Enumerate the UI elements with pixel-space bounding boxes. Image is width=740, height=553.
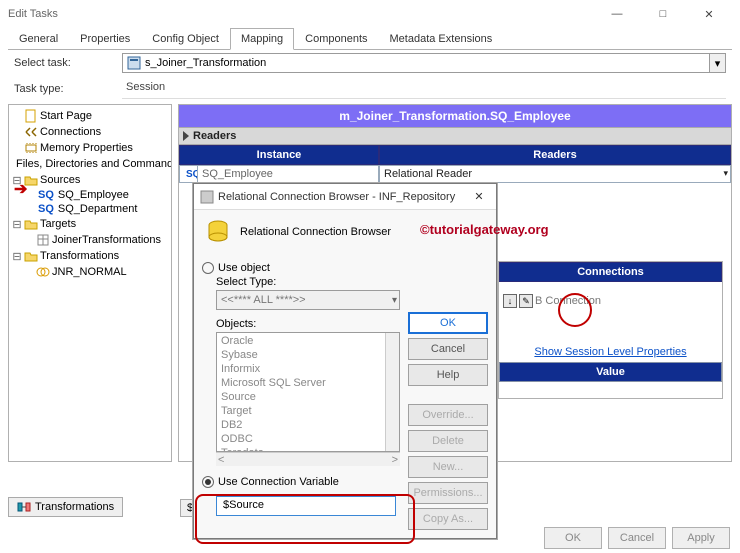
tab-properties[interactable]: Properties: [69, 28, 141, 49]
sq-icon: SQ: [36, 203, 56, 215]
tree-files[interactable]: Files, Directories and Commands: [16, 158, 172, 170]
memory-icon: [24, 141, 38, 155]
dialog-subtitle: Relational Connection Browser: [240, 226, 391, 238]
db-icon: [204, 218, 232, 246]
cancel-button[interactable]: Cancel: [408, 338, 488, 360]
folder-icon: [24, 249, 38, 263]
join-icon: [36, 265, 50, 279]
chevron-down-icon[interactable]: ▾: [709, 54, 725, 72]
footer-ok-button[interactable]: OK: [544, 527, 602, 549]
use-connection-variable-radio[interactable]: Use Connection Variable: [202, 476, 400, 488]
use-object-radio[interactable]: Use object: [202, 262, 400, 274]
dialog-title: Relational Connection Browser - INF_Repo…: [214, 191, 468, 203]
tab-components[interactable]: Components: [294, 28, 378, 49]
tree-sources[interactable]: Sources: [40, 174, 80, 186]
readers-section[interactable]: Readers: [179, 127, 731, 145]
tree-start-page[interactable]: Start Page: [40, 110, 92, 122]
tab-mapping[interactable]: Mapping: [230, 28, 294, 50]
chevron-down-icon[interactable]: ▾: [723, 168, 728, 179]
connections-header: Connections: [499, 262, 722, 282]
tree-memory[interactable]: Memory Properties: [40, 142, 133, 154]
task-type-label: Task type:: [14, 83, 114, 95]
permissions-button[interactable]: Permissions...: [408, 482, 488, 504]
footer-cancel-button[interactable]: Cancel: [608, 527, 666, 549]
page-icon: [24, 109, 38, 123]
connections-icon: [24, 125, 38, 139]
value-header: Value: [499, 362, 722, 382]
collapse-icon[interactable]: ⊟: [12, 218, 22, 231]
sq-icon: SQ: [36, 189, 56, 201]
row-instance[interactable]: SQ_Employee: [197, 165, 379, 183]
transform-icon: [17, 500, 31, 514]
tree-transformations[interactable]: Transformations: [40, 250, 119, 262]
col-readers-header: Readers: [379, 145, 731, 165]
minimize-button[interactable]: ―: [594, 0, 640, 28]
copy-as-button[interactable]: Copy As...: [408, 508, 488, 530]
connection-lookup-button[interactable]: ↓: [503, 294, 517, 308]
select-task-value: s_Joiner_Transformation: [141, 57, 266, 69]
objects-listbox[interactable]: Oracle Sybase Informix Microsoft SQL Ser…: [216, 332, 400, 452]
select-task-label: Select task:: [14, 57, 114, 69]
tree-targets[interactable]: Targets: [40, 218, 76, 230]
collapse-icon[interactable]: ⊟: [12, 250, 22, 263]
col-instance-header: Instance: [179, 145, 379, 165]
db-connection-text: B Connection: [535, 295, 601, 307]
select-type-label: Select Type:: [216, 276, 400, 288]
select-task-combo[interactable]: s_Joiner_Transformation ▾: [122, 53, 726, 73]
tree-jnr-normal[interactable]: JNR_NORMAL: [52, 266, 127, 278]
task-type-value: Session: [122, 79, 726, 99]
tab-config-object[interactable]: Config Object: [141, 28, 230, 49]
new-button[interactable]: New...: [408, 456, 488, 478]
chevron-down-icon[interactable]: ▾: [392, 295, 397, 306]
window-title: Edit Tasks: [8, 8, 594, 20]
override-button[interactable]: Override...: [408, 404, 488, 426]
tree-sq-employee[interactable]: SQ_Employee: [58, 189, 129, 201]
connection-edit-button[interactable]: ✎: [519, 294, 533, 308]
help-button[interactable]: Help: [408, 364, 488, 386]
main-tabs: General Properties Config Object Mapping…: [8, 28, 732, 50]
folder-icon: [24, 217, 38, 231]
transformations-tab[interactable]: Transformations: [8, 497, 123, 517]
table-icon: [36, 233, 50, 247]
close-button[interactable]: ✕: [686, 0, 732, 28]
tree-sq-department[interactable]: SQ_Department: [58, 203, 137, 215]
panel-header: m_Joiner_Transformation.SQ_Employee: [179, 105, 731, 127]
dialog-close-button[interactable]: ✕: [468, 190, 490, 203]
ok-button[interactable]: OK: [408, 312, 488, 334]
task-icon: [127, 56, 141, 70]
maximize-button[interactable]: □: [640, 0, 686, 28]
row-reader-cell[interactable]: Relational Reader ▾: [379, 165, 731, 183]
select-type-combo[interactable]: <<**** ALL ****>>▾: [216, 290, 400, 310]
vertical-scrollbar[interactable]: [385, 333, 399, 451]
horizontal-scrollbar[interactable]: <>: [216, 452, 400, 466]
annotation-arrow: ➔: [14, 179, 27, 199]
connection-variable-input[interactable]: $Source: [216, 496, 396, 516]
tree-joiner-trans[interactable]: JoinerTransformations: [52, 234, 161, 246]
connections-panel: Connections ↓ ✎ B Connection Show Sessio…: [498, 261, 723, 399]
navigation-tree: Start Page Connections Memory Properties…: [8, 104, 172, 462]
show-session-props-link[interactable]: Show Session Level Properties: [499, 342, 722, 362]
app-icon: [200, 190, 214, 204]
objects-label: Objects:: [216, 318, 400, 330]
tree-connections[interactable]: Connections: [40, 126, 101, 138]
tab-metadata-extensions[interactable]: Metadata Extensions: [379, 28, 504, 49]
delete-button[interactable]: Delete: [408, 430, 488, 452]
footer-apply-button[interactable]: Apply: [672, 527, 730, 549]
watermark: ©tutorialgateway.org: [420, 222, 549, 237]
tab-general[interactable]: General: [8, 28, 69, 49]
